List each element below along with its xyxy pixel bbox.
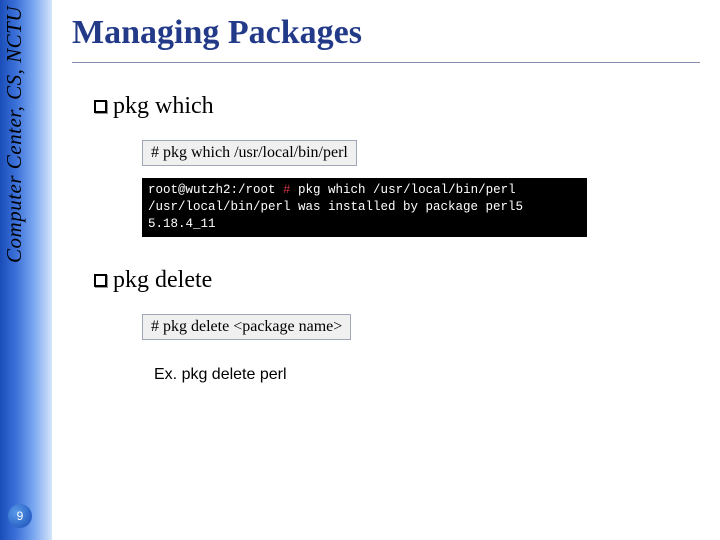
bullet-icon (94, 274, 107, 287)
slide-number-badge: 9 (8, 504, 32, 528)
sidebar: Computer Center, CS, NCTU 9 (0, 0, 52, 540)
terminal-output: root@wutzh2:/root # pkg which /usr/local… (142, 178, 587, 237)
sidebar-institution-label: Computer Center, CS, NCTU (2, 6, 27, 263)
section-heading: pkg delete (94, 267, 700, 294)
slide-number: 9 (17, 509, 24, 523)
terminal-command: pkg which /usr/local/bin/perl (291, 183, 516, 197)
section-pkg-delete: pkg delete # pkg delete <package name> E… (94, 267, 700, 384)
example-text: Ex. pkg delete perl (154, 366, 700, 384)
section-heading-text: pkg which (113, 93, 214, 120)
terminal-prompt: root@wutzh2:/root (148, 183, 283, 197)
bullet-icon (94, 100, 107, 113)
page-title: Managing Packages (72, 14, 700, 63)
section-pkg-which: pkg which # pkg which /usr/local/bin/per… (94, 93, 700, 237)
slide-content: Managing Packages pkg which # pkg which … (72, 14, 700, 414)
section-heading: pkg which (94, 93, 700, 120)
command-box-which: # pkg which /usr/local/bin/perl (142, 140, 357, 166)
terminal-result: /usr/local/bin/perl was installed by pac… (148, 200, 531, 231)
command-box-delete: # pkg delete <package name> (142, 314, 351, 340)
terminal-pound: # (283, 183, 291, 197)
section-heading-text: pkg delete (113, 267, 212, 294)
